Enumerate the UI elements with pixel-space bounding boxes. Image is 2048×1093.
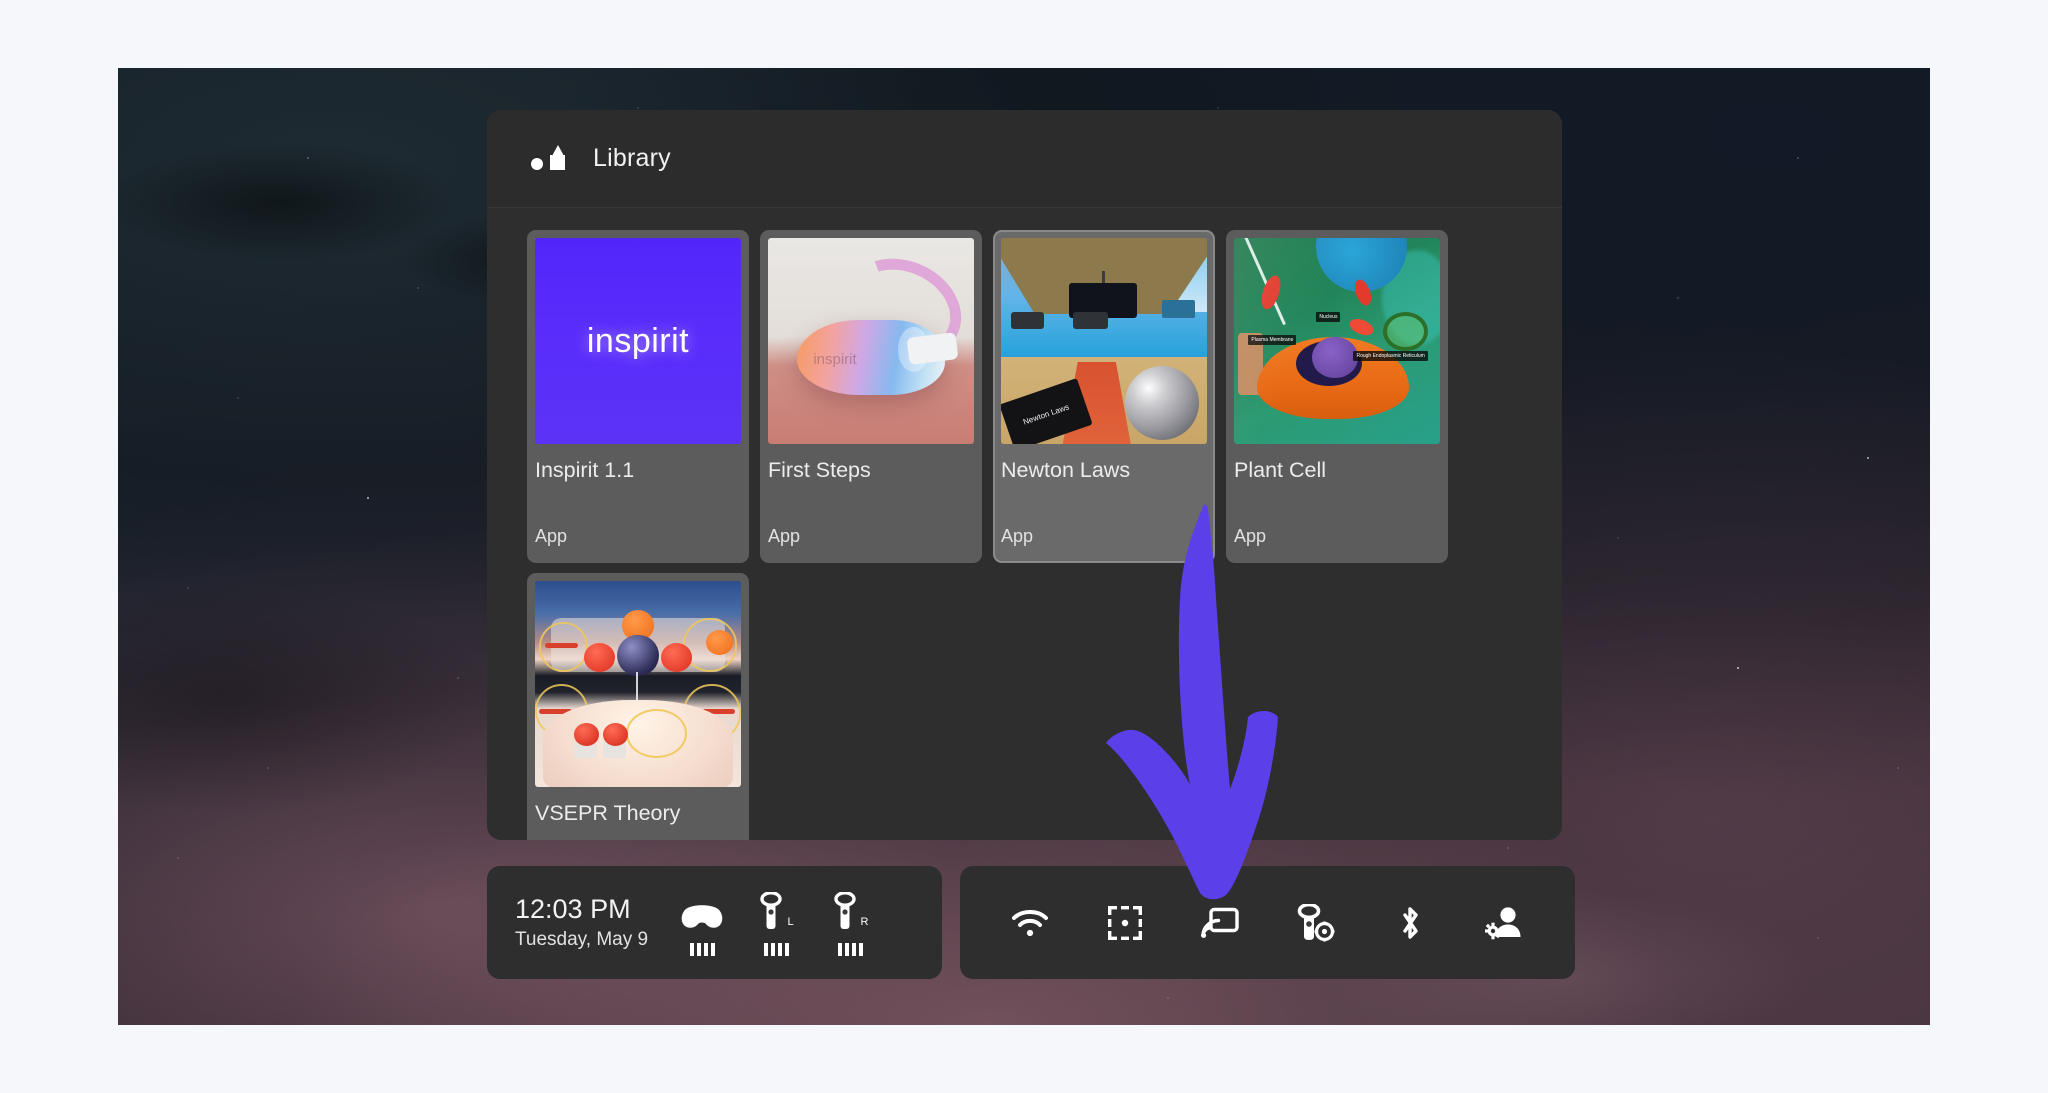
app-thumbnail: Nucleus Plasma Membrane Rough Endoplasmi… — [1234, 238, 1440, 444]
scene-panel-middle — [1073, 312, 1109, 329]
app-card-newton-laws[interactable]: Newton Laws Newton Laws App — [993, 230, 1215, 563]
vr-home-screen: Library inspirit Inspirit 1.1 App inspir… — [118, 68, 1930, 1025]
guardian-boundary-icon — [1107, 905, 1142, 940]
account-settings-button[interactable] — [1474, 892, 1536, 954]
headset-icon-row — [679, 890, 725, 932]
app-name: VSEPR Theory — [535, 801, 681, 825]
scene-metal-ball — [1124, 365, 1199, 440]
app-thumbnail: inspirit — [535, 238, 741, 444]
clock-block[interactable]: 12:03 PM Tuesday, May 9 — [515, 894, 665, 951]
app-grid: inspirit Inspirit 1.1 App inspirit First… — [487, 208, 1522, 840]
library-header: Library — [487, 110, 1562, 208]
app-name: Inspirit 1.1 — [535, 458, 635, 482]
table-highlight-ring — [625, 708, 688, 759]
wifi-icon — [1011, 909, 1048, 936]
circle-shape — [531, 157, 543, 170]
atom-left — [584, 642, 616, 672]
app-kind: App — [1001, 526, 1034, 546]
app-name: Plant Cell — [1234, 458, 1327, 482]
bond-bar — [545, 642, 579, 648]
clock-date: Tuesday, May 9 — [515, 929, 649, 951]
headset-icon — [681, 904, 723, 928]
controller-icon — [833, 891, 856, 929]
shapes-icon — [531, 144, 565, 174]
scene-lighting — [1234, 238, 1440, 444]
atom-far-right — [706, 630, 733, 656]
quick-actions-taskbar — [960, 866, 1575, 979]
app-thumbnail: inspirit — [768, 238, 974, 444]
app-name: Newton Laws — [1001, 458, 1131, 482]
bluetooth-icon — [1403, 906, 1418, 939]
vr-headset-photo: inspirit — [768, 238, 974, 444]
library-panel: Library inspirit Inspirit 1.1 App inspir… — [487, 110, 1562, 840]
cast-icon — [1200, 907, 1239, 938]
clock-time: 12:03 PM — [515, 893, 631, 924]
headset-brand-text: inspirit — [813, 351, 857, 369]
atom-center — [617, 634, 659, 676]
app-kind: App — [768, 526, 801, 546]
square-shape — [550, 154, 565, 170]
battery-bars — [837, 942, 863, 956]
controller-settings-icon — [1297, 903, 1335, 941]
controller-side-label: L — [787, 915, 794, 928]
atom-on-table — [602, 723, 628, 746]
guardian-boundary-button[interactable] — [1094, 892, 1156, 954]
bluetooth-button[interactable] — [1379, 892, 1441, 954]
battery-bars — [763, 942, 789, 956]
wifi-button[interactable] — [999, 892, 1061, 954]
battery-bars — [689, 942, 715, 956]
controller-settings-button[interactable] — [1284, 892, 1346, 954]
atom-on-table — [574, 723, 599, 746]
controller-icon-row: R — [832, 890, 869, 932]
headset-side-strap — [906, 331, 959, 365]
headset-battery-status[interactable] — [665, 890, 739, 956]
app-card-first-steps[interactable]: inspirit First Steps App — [760, 230, 982, 563]
status-taskbar: 12:03 PM Tuesday, May 9 L R — [487, 866, 942, 979]
app-card-vsepr-theory[interactable]: VSEPR Theory — [527, 573, 749, 840]
scene-panel-right — [1161, 299, 1195, 319]
app-name: First Steps — [768, 458, 871, 482]
vsepr-molecule-scene — [535, 581, 741, 787]
left-controller-battery-status[interactable]: L — [739, 890, 813, 956]
atom-right — [660, 642, 692, 672]
account-settings-icon — [1485, 906, 1521, 939]
app-kind: App — [535, 526, 568, 546]
app-kind: App — [1234, 526, 1267, 546]
scene-panel-left — [1011, 312, 1045, 329]
app-thumbnail — [535, 581, 741, 787]
controller-icon-row: L — [758, 890, 794, 932]
app-card-plant-cell[interactable]: Nucleus Plasma Membrane Rough Endoplasmi… — [1226, 230, 1448, 563]
inspirit-logo-text: inspirit — [586, 321, 690, 360]
inspirit-logo-tile: inspirit — [535, 238, 741, 444]
controller-icon — [760, 891, 783, 929]
controller-side-label: R — [860, 915, 869, 928]
newton-laws-scene: Newton Laws — [1001, 238, 1207, 444]
right-controller-battery-status[interactable]: R — [813, 890, 887, 956]
app-thumbnail: Newton Laws — [1001, 238, 1207, 444]
page-title: Library — [593, 144, 671, 172]
cast-button[interactable] — [1189, 892, 1251, 954]
scene-sign-text: Newton Laws — [1022, 403, 1071, 428]
app-card-inspirit[interactable]: inspirit Inspirit 1.1 App — [527, 230, 749, 563]
plant-cell-scene: Nucleus Plasma Membrane Rough Endoplasmi… — [1234, 238, 1440, 444]
